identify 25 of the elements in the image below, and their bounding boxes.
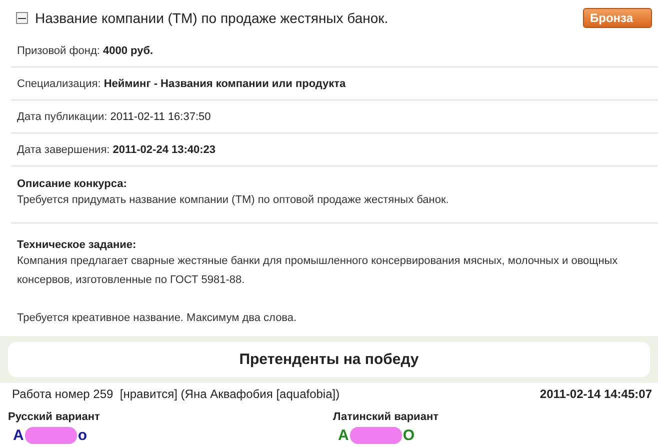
author-text: (Яна Аквафобия [aquafobia]) — [180, 387, 340, 401]
variant-end: о — [78, 427, 88, 444]
field-text: Призовой фонд: 4000 руб. — [17, 45, 154, 57]
section-paragraph: Требуется придумать название компании (ТМ) по оптовой продаже жестяных банок. — [17, 193, 450, 208]
level-badge: Бронза — [582, 8, 652, 28]
variant-start: А — [338, 427, 349, 444]
section-heading: Техническое задание: — [17, 238, 138, 252]
submission-date: 2011-02-14 14:45:07 — [540, 387, 652, 401]
variant-end: O — [402, 427, 415, 444]
field-text: Специализация: Нейминг - Названия компании или продукта — [17, 78, 346, 90]
variant-label: Латинский вариант — [333, 411, 440, 423]
like-link[interactable]: [нравится] — [120, 387, 178, 401]
variant-start: А — [13, 427, 24, 444]
collapse-toggle[interactable] — [16, 12, 28, 24]
redaction-mark — [24, 427, 77, 444]
field-text: Дата публикации: 2011-02-11 16:37:50 — [17, 111, 211, 123]
work-number: Работа номер 259 — [12, 387, 114, 401]
variant-label: Русский вариант — [8, 411, 101, 423]
contest-title: Название компании (ТМ) по продаже жестяных банок. — [35, 10, 390, 26]
section-paragraph: Компания предлагает сварные жестяные банки для промышленного консервирования мясных, молочных и овощных консервов, изготовленные по ГОСТ 5981-88. — [17, 254, 619, 288]
section-paragraph: Требуется креативное название. Максимум два слова. — [17, 311, 298, 326]
field-text: Дата завершения: 2011-02-24 13:40:23 — [17, 144, 216, 156]
section-heading: Описание конкурса: — [17, 177, 128, 191]
section-title: Претенденты на победу — [8, 342, 650, 377]
redaction-mark — [350, 427, 402, 444]
